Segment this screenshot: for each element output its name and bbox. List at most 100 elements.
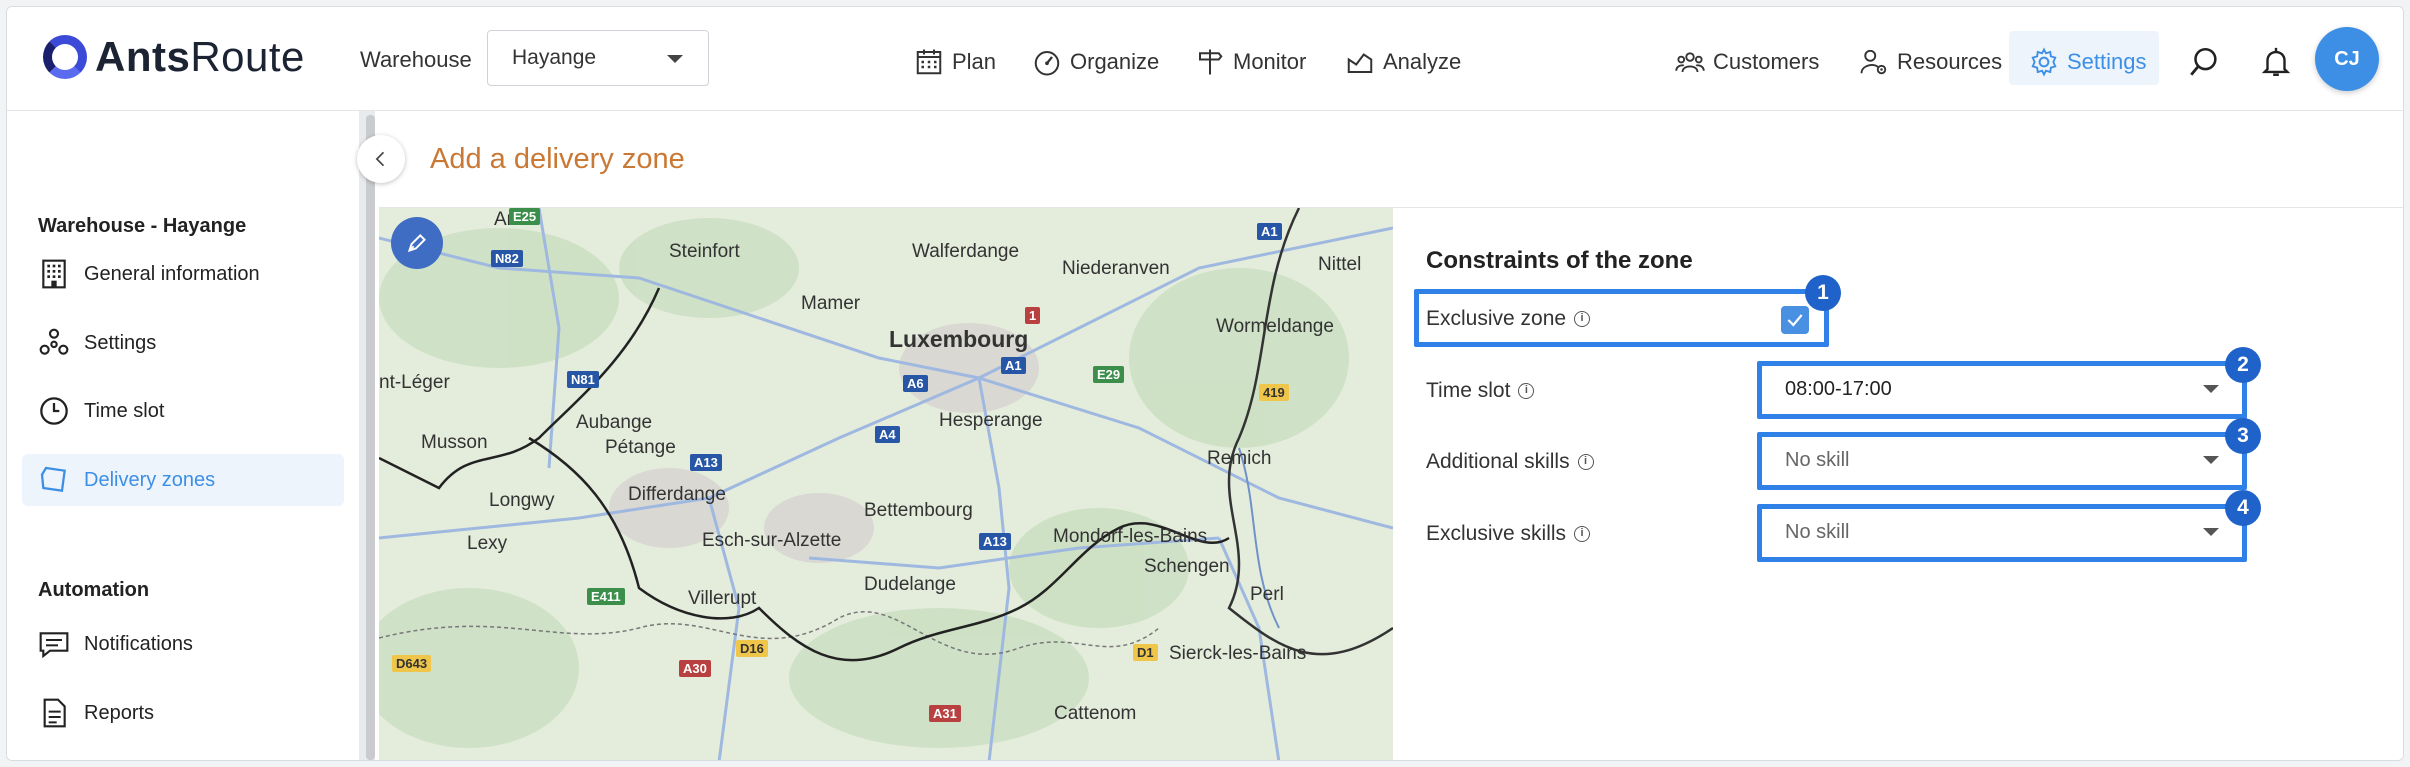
- map-label: Nittel: [1318, 254, 1362, 275]
- map-label: Villerupt: [688, 588, 757, 609]
- exclusive-skills-select[interactable]: No skill: [1763, 510, 2241, 555]
- time-slot-label: Time slot: [1426, 379, 1511, 402]
- sidebar-item-settings[interactable]: Settings: [22, 317, 344, 369]
- sidebar-scroll-thumb[interactable]: [366, 115, 375, 760]
- map-label: nt-Léger: [379, 372, 450, 393]
- nav-plan[interactable]: Plan: [914, 47, 996, 77]
- bell-icon[interactable]: [2259, 45, 2293, 79]
- road-shield: E25: [509, 208, 541, 225]
- antsroute-logo[interactable]: AntsRoute: [43, 33, 305, 81]
- info-icon[interactable]: i: [1518, 383, 1535, 399]
- map-label: Hesperange: [939, 410, 1043, 431]
- sidebar-item-time-slot[interactable]: Time slot: [22, 385, 344, 437]
- nav-plan-label: Plan: [952, 49, 997, 74]
- road-shield: E29: [1093, 366, 1125, 383]
- sidebar-item-label: Settings: [84, 331, 157, 354]
- step-badge-3: 3: [2225, 418, 2261, 454]
- map-label: Mamer: [801, 293, 861, 314]
- sidebar-item-general-information[interactable]: General information: [22, 248, 344, 300]
- user-avatar[interactable]: CJ: [2315, 27, 2379, 91]
- road-shield: A31: [929, 705, 961, 722]
- page-title: Add a delivery zone: [430, 143, 685, 175]
- road-shield: 419: [1259, 384, 1289, 401]
- info-icon[interactable]: i: [1577, 454, 1594, 470]
- sidebar-item-label: Notifications: [84, 632, 193, 655]
- collapse-sidebar-button[interactable]: [357, 135, 405, 183]
- nav-organize[interactable]: Organize: [1032, 47, 1159, 77]
- map-label: Sierck-les-Bains: [1169, 643, 1307, 664]
- exclusive-skills-row: Exclusive skills i: [1426, 522, 1591, 546]
- sidebar-item-label: Reports: [84, 701, 155, 724]
- map-label: Aubange: [576, 412, 653, 433]
- road-shield: A13: [979, 533, 1011, 550]
- map-roads: [379, 208, 1393, 760]
- exclusive-skills-label: Exclusive skills: [1426, 522, 1567, 545]
- map-label: Cattenom: [1054, 703, 1137, 724]
- map-label: Mondorf-les-Bains: [1053, 526, 1208, 547]
- time-slot-select[interactable]: 08:00-17:00: [1763, 367, 2241, 412]
- clock-icon: [40, 397, 68, 425]
- additional-skills-select[interactable]: No skill: [1763, 438, 2241, 483]
- map-label: Walferdange: [912, 241, 1020, 262]
- sidebar: Warehouse - Hayange General information …: [7, 111, 359, 760]
- logo-mark-icon: [43, 35, 87, 79]
- nav-analyze[interactable]: Analyze: [1345, 47, 1461, 77]
- road-shield: A1: [1257, 223, 1282, 240]
- map[interactable]: Arlon Steinfort Walferdange Niederanven …: [379, 208, 1393, 760]
- draw-zone-button[interactable]: [391, 217, 443, 269]
- nav-customers[interactable]: Customers: [1675, 47, 1819, 77]
- nav-settings-label: Settings: [2067, 49, 2147, 74]
- step-badge-1: 1: [1805, 275, 1841, 311]
- additional-skills-value: No skill: [1785, 449, 1850, 471]
- app-window: AntsRoute Warehouse Hayange Plan Organiz…: [6, 6, 2404, 761]
- info-icon[interactable]: i: [1574, 311, 1591, 327]
- road-shield: A1: [1001, 357, 1026, 374]
- gear-icon: [2031, 47, 2057, 77]
- map-label: Wormeldange: [1216, 316, 1334, 337]
- top-header: AntsRoute Warehouse Hayange Plan Organiz…: [7, 7, 2403, 111]
- sidebar-item-label: Time slot: [84, 399, 165, 422]
- road-shield: E411: [587, 588, 625, 605]
- map-label: Differdange: [628, 484, 726, 505]
- info-icon[interactable]: i: [1574, 526, 1591, 542]
- map-label: Steinfort: [669, 241, 740, 262]
- search-icon[interactable]: [2187, 45, 2221, 79]
- nav-settings[interactable]: Settings: [2029, 47, 2147, 77]
- exclusive-zone-checkbox[interactable]: [1781, 306, 1809, 334]
- nav-monitor[interactable]: Monitor: [1195, 47, 1306, 77]
- map-label: Perl: [1250, 584, 1284, 605]
- additional-skills-label: Additional skills: [1426, 450, 1570, 473]
- road-shield: A6: [903, 375, 928, 392]
- warehouse-select[interactable]: Hayange: [487, 30, 709, 86]
- warehouse-label: Warehouse: [360, 47, 472, 72]
- sidebar-item-label: Delivery zones: [84, 468, 216, 491]
- exclusive-skills-value: No skill: [1785, 521, 1850, 543]
- logo-text-bold: Ants: [95, 33, 191, 80]
- map-label: Musson: [421, 432, 488, 453]
- sidebar-item-reports[interactable]: Reports: [22, 687, 344, 739]
- chevron-down-icon: [2203, 528, 2219, 536]
- sidebar-section-warehouse: Warehouse - Hayange: [38, 215, 247, 237]
- exclusive-zone-label: Exclusive zone: [1426, 307, 1567, 330]
- step-badge-4: 4: [2225, 490, 2261, 526]
- chevron-down-icon: [2203, 385, 2219, 393]
- nav-resources[interactable]: Resources: [1859, 47, 2002, 77]
- additional-skills-row: Additional skills i: [1426, 450, 1594, 474]
- nav-customers-label: Customers: [1713, 49, 1820, 74]
- map-label: Luxembourg: [889, 326, 1029, 352]
- sidebar-item-notifications[interactable]: Notifications: [22, 618, 344, 670]
- users-icon: [1675, 52, 1705, 73]
- sidebar-item-delivery-zones[interactable]: Delivery zones: [22, 454, 344, 506]
- nav-monitor-label: Monitor: [1233, 49, 1307, 74]
- chart-icon: [1347, 53, 1373, 73]
- signpost-icon: [1199, 49, 1223, 75]
- nodes-icon: [39, 328, 69, 355]
- time-slot-row: Time slot i: [1426, 379, 1535, 403]
- message-icon: [39, 632, 69, 659]
- polygon-icon: [40, 466, 66, 492]
- map-label: Schengen: [1144, 556, 1230, 577]
- map-label: Remich: [1207, 448, 1272, 469]
- map-label: Niederanven: [1062, 258, 1170, 279]
- map-label: Longwy: [489, 490, 555, 511]
- chevron-down-icon: [667, 55, 683, 63]
